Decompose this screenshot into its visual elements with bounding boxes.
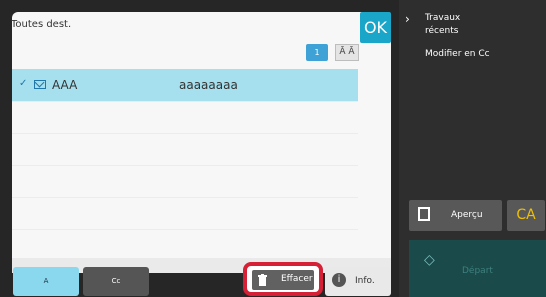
chevron-right-icon: › bbox=[405, 12, 410, 26]
list-divider bbox=[12, 133, 358, 134]
contact-name: AAA bbox=[52, 78, 78, 92]
ok-button[interactable]: OK bbox=[360, 12, 391, 43]
ca-button[interactable]: CA bbox=[507, 200, 545, 231]
list-divider bbox=[12, 229, 358, 230]
mail-icon bbox=[34, 80, 46, 89]
page-title: Toutes dest. bbox=[11, 19, 72, 30]
list-item[interactable]: ✓ AAA aaaaaaaa bbox=[12, 69, 358, 101]
info-button-label: Info. bbox=[355, 276, 375, 286]
preview-icon bbox=[418, 207, 430, 221]
page-number: 1 bbox=[306, 44, 328, 61]
start-button[interactable]: ◇ Départ bbox=[409, 240, 546, 297]
recent-jobs-button[interactable]: › Travaux récents bbox=[399, 0, 546, 43]
contact-address: aaaaaaaa bbox=[179, 78, 238, 92]
clear-button[interactable]: Effacer bbox=[252, 270, 314, 290]
check-icon: ✓ bbox=[19, 78, 28, 89]
address-book-panel: Toutes dest. OK 1 Ā Ā ✓ AAA aaaaaaaa A C… bbox=[0, 0, 399, 297]
list-divider bbox=[12, 197, 358, 198]
start-icon: ◇ bbox=[424, 252, 435, 268]
list-divider bbox=[12, 165, 358, 166]
info-icon: i bbox=[332, 273, 346, 287]
tab-a[interactable]: A bbox=[13, 267, 79, 296]
preview-button[interactable]: Aperçu bbox=[409, 200, 502, 231]
modify-cc-link[interactable]: Modifier en Cc bbox=[425, 49, 490, 59]
clear-button-label: Effacer bbox=[281, 274, 313, 284]
tab-cc[interactable]: Cc bbox=[83, 267, 149, 296]
info-button[interactable]: i Info. bbox=[325, 267, 391, 296]
sort-button[interactable]: Ā Ā bbox=[335, 44, 359, 61]
clear-button-highlight[interactable]: Effacer bbox=[243, 262, 323, 296]
preview-button-label: Aperçu bbox=[451, 210, 483, 220]
right-sidebar: › Travaux récents Modifier en Cc Aperçu … bbox=[399, 0, 546, 297]
list-divider bbox=[12, 101, 358, 102]
recent-jobs-label: Travaux récents bbox=[425, 13, 461, 36]
trash-icon bbox=[258, 274, 267, 286]
start-button-label: Départ bbox=[462, 266, 493, 276]
